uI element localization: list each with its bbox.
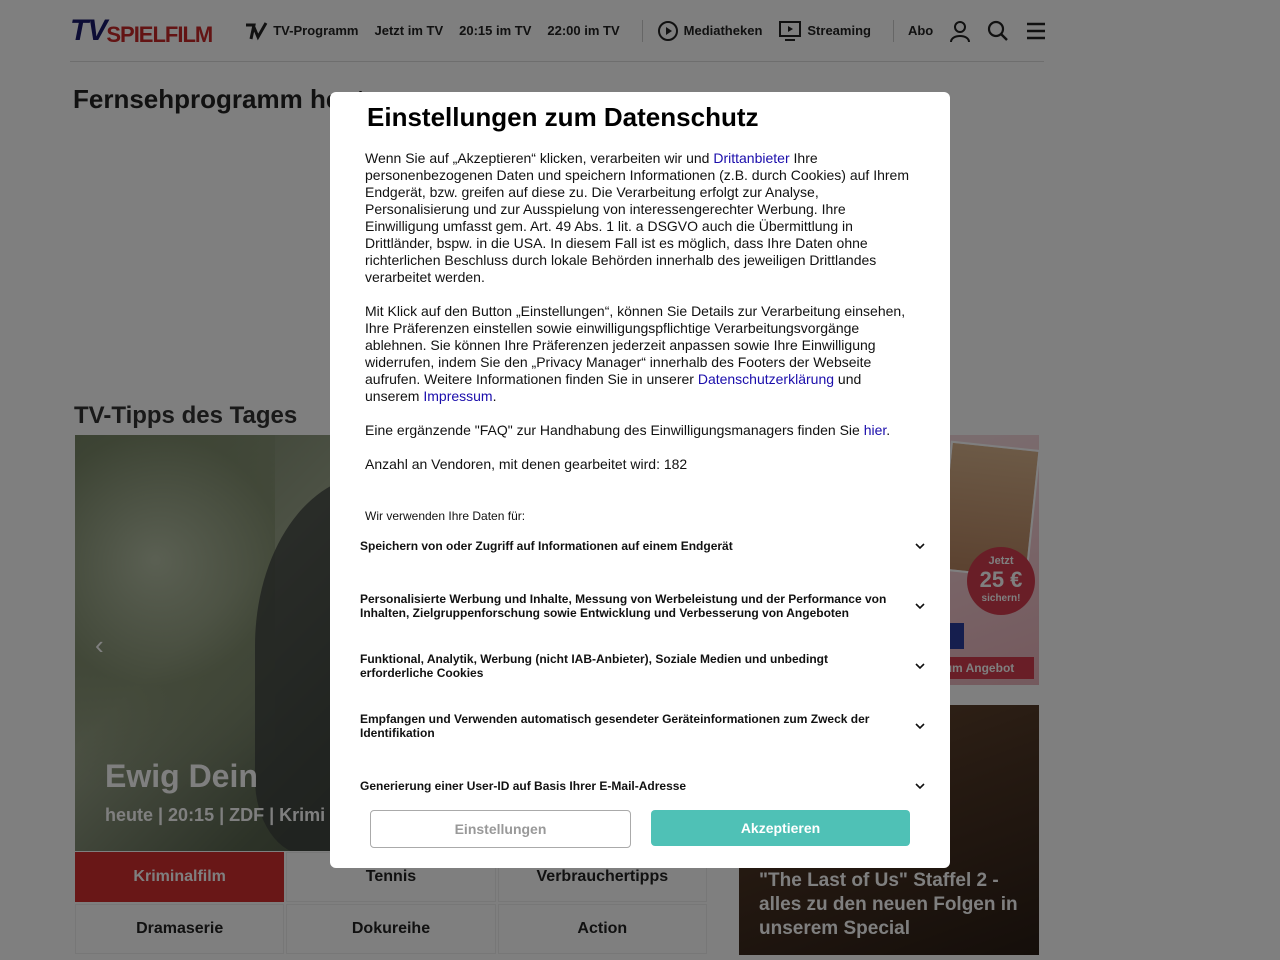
purpose-item[interactable]: Funktional, Analytik, Werbung (nicht IAB… [360, 650, 926, 682]
consent-paragraph-3: Eine ergänzende "FAQ" zur Handhabung des… [365, 422, 917, 439]
purpose-label: Funktional, Analytik, Werbung (nicht IAB… [360, 652, 828, 680]
purpose-label: Generierung einer User-ID auf Basis Ihre… [360, 779, 687, 793]
purpose-item[interactable]: Empfangen und Verwenden automatisch gese… [360, 682, 926, 770]
chevron-down-icon[interactable] [914, 600, 926, 612]
p1-text-b: Ihre personenbezogenen Daten und speiche… [365, 150, 909, 285]
p2-text-c: . [492, 388, 497, 404]
purpose-label: Personalisierte Werbung und Inhalte, Mes… [360, 592, 887, 620]
drittanbieter-link[interactable]: Drittanbieter [713, 150, 789, 166]
dialog-title: Einstellungen zum Datenschutz [367, 102, 759, 132]
faq-link[interactable]: hier [864, 422, 887, 438]
accept-button[interactable]: Akzeptieren [651, 810, 910, 846]
purpose-label: Empfangen und Verwenden automatisch gese… [360, 712, 870, 740]
privacy-consent-dialog: Einstellungen zum Datenschutz Wenn Sie a… [330, 92, 950, 868]
consent-paragraph-2: Mit Klick auf den Button „Einstellungen“… [365, 303, 917, 405]
chevron-down-icon[interactable] [914, 660, 926, 672]
settings-button[interactable]: Einstellungen [370, 810, 631, 848]
chevron-down-icon[interactable] [914, 780, 926, 792]
datenschutzerklaerung-link[interactable]: Datenschutzerklärung [698, 371, 834, 387]
purposes-label: Wir verwenden Ihre Daten für: [365, 509, 526, 523]
chevron-down-icon[interactable] [914, 540, 926, 552]
consent-paragraph-1: Wenn Sie auf „Akzeptieren“ klicken, vera… [365, 150, 917, 286]
p3-text-b: . [886, 422, 891, 438]
purpose-item[interactable]: Generierung einer User-ID auf Basis Ihre… [360, 770, 926, 802]
p3-text-a: Eine ergänzende "FAQ" zur Handhabung des… [365, 422, 864, 438]
vendor-count: Anzahl an Vendoren, mit denen gearbeitet… [365, 456, 688, 472]
impressum-link[interactable]: Impressum [423, 388, 492, 404]
dialog-body: Wenn Sie auf „Akzeptieren“ klicken, vera… [365, 150, 917, 490]
purpose-item[interactable]: Speichern von oder Zugriff auf Informati… [360, 530, 926, 562]
p1-text-a: Wenn Sie auf „Akzeptieren“ klicken, vera… [365, 150, 714, 166]
purpose-label: Speichern von oder Zugriff auf Informati… [360, 539, 733, 553]
chevron-down-icon[interactable] [914, 720, 926, 732]
purpose-list: Speichern von oder Zugriff auf Informati… [360, 530, 926, 802]
purpose-item[interactable]: Personalisierte Werbung und Inhalte, Mes… [360, 562, 926, 650]
